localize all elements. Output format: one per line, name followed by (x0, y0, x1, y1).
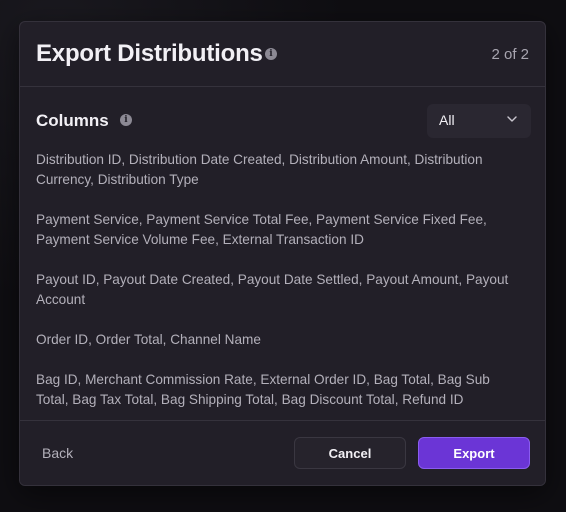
columns-heading: Columns (36, 111, 109, 130)
select-value: All (439, 112, 455, 128)
column-group-bag: Bag ID, Merchant Commission Rate, Extern… (36, 372, 490, 407)
dialog-header: Export Distributions i 2 of 2 (20, 22, 545, 87)
columns-filter-select[interactable]: All (427, 104, 531, 138)
column-group-order: Order ID, Order Total, Channel Name (36, 332, 261, 347)
column-group-payout: Payout ID, Payout Date Created, Payout D… (36, 272, 509, 307)
info-icon[interactable]: i (265, 48, 277, 60)
column-groups: Distribution ID, Distribution Date Creat… (36, 150, 516, 430)
columns-info-icon[interactable]: i (120, 114, 132, 126)
dialog-title: Export Distributions (36, 40, 263, 67)
export-dialog: Export Distributions i 2 of 2 Columns i … (19, 21, 546, 486)
back-button[interactable]: Back (42, 445, 73, 461)
column-group-distribution: Distribution ID, Distribution Date Creat… (36, 152, 483, 187)
step-indicator: 2 of 2 (491, 46, 529, 63)
dialog-footer: Back Cancel Export (20, 420, 545, 485)
export-button[interactable]: Export (418, 437, 530, 469)
cancel-button[interactable]: Cancel (294, 437, 406, 469)
column-group-payment: Payment Service, Payment Service Total F… (36, 212, 487, 247)
chevron-down-icon (507, 116, 517, 122)
